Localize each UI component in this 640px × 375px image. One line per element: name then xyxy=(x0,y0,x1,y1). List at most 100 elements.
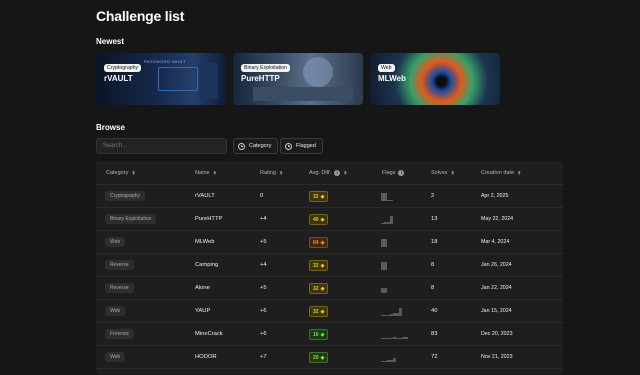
newest-cards: PASSWORD VAULT Cryptography rVAULT Binar… xyxy=(96,53,500,105)
header-flags[interactable]: Flags i xyxy=(382,170,405,176)
flags-histogram xyxy=(381,238,387,247)
header-rating[interactable]: Rating ▲ ▼ xyxy=(260,168,284,176)
diamond-icon: ◆ xyxy=(320,331,325,338)
diamond-icon: ◆ xyxy=(320,239,325,246)
category-badge: Web xyxy=(105,352,126,362)
card-category-tag: Cryptography xyxy=(104,64,142,72)
header-creation-date[interactable]: Creation date ▲ ▼ xyxy=(481,168,522,176)
table-row[interactable]: Reverse Alone +5 32 ◆ 8 Jan 22, 2024 xyxy=(96,277,563,300)
table-header: Category ▲ ▼ Name ▲ ▼ Rating ▲ ▼ Avg. Diff. i ▲ ▼… xyxy=(96,161,563,185)
diamond-icon: ◆ xyxy=(320,216,325,223)
challenge-card-mlweb[interactable]: Web MLWeb xyxy=(370,53,500,105)
table-row[interactable]: Web MLWeb +5 64 ◆ 18 Mar 4, 2024 xyxy=(96,231,563,254)
flag-bar xyxy=(399,308,402,316)
difficulty-value: 32 xyxy=(313,262,319,269)
challenge-rating: +5 xyxy=(260,285,267,291)
challenge-name[interactable]: MineCrack xyxy=(195,331,223,337)
category-badge: Binary Exploitation xyxy=(105,214,157,224)
table-row[interactable]: Web HODOR +7 20 ◆ 72 Nov 21, 2023 xyxy=(96,346,563,369)
info-icon[interactable]: i xyxy=(334,170,341,176)
card-category-tag: Binary Exploitation xyxy=(241,64,290,72)
flags-histogram xyxy=(381,192,393,201)
challenge-rating: +5 xyxy=(260,239,267,245)
flags-histogram xyxy=(381,215,393,224)
header-label: Creation date xyxy=(481,170,515,176)
solves-count: 13 xyxy=(431,216,438,222)
diamond-icon: ◆ xyxy=(320,354,325,361)
difficulty-value: 32 xyxy=(313,285,319,292)
header-avg-diff[interactable]: Avg. Diff. i ▲ ▼ xyxy=(309,168,348,176)
creation-date: May 22, 2024 xyxy=(481,216,514,222)
flagged-filter-button[interactable]: Flagged xyxy=(280,138,323,154)
difficulty-badge: 64 ◆ xyxy=(309,237,329,248)
table-row[interactable]: Web YAUP +6 32 ◆ 40 Jan 15, 2024 xyxy=(96,300,563,323)
sort-arrows-icon: ▲ ▼ xyxy=(343,168,348,176)
creation-date: Jan 15, 2024 xyxy=(481,308,512,314)
creation-date: Jan 22, 2024 xyxy=(481,285,512,291)
difficulty-value: 32 xyxy=(313,193,319,200)
difficulty-value: 40 xyxy=(313,216,319,223)
challenge-rating: +7 xyxy=(260,354,267,360)
challenge-name[interactable]: rVAULT xyxy=(195,193,215,199)
solves-count: 18 xyxy=(431,239,438,245)
header-label: Name xyxy=(195,170,210,176)
flag-bar xyxy=(381,239,387,247)
flag-bar xyxy=(381,262,387,270)
header-solves[interactable]: Solves ▲ ▼ xyxy=(431,169,455,176)
difficulty-value: 20 xyxy=(313,354,319,361)
challenge-name[interactable]: MLWeb xyxy=(195,239,214,245)
challenge-card-purehttp[interactable]: Binary Exploitation PureHTTP xyxy=(233,53,363,105)
solves-count: 72 xyxy=(431,354,438,360)
plus-circle-icon xyxy=(238,142,245,150)
category-filter-label: Category xyxy=(249,143,272,149)
vault-lock-graphic xyxy=(200,63,218,99)
header-label: Solves xyxy=(431,170,448,176)
challenge-card-rvault[interactable]: PASSWORD VAULT Cryptography rVAULT xyxy=(96,53,226,105)
challenge-rating: 0 xyxy=(260,193,264,199)
creation-date: Mar 4, 2024 xyxy=(481,239,510,245)
info-icon[interactable]: i xyxy=(398,170,405,176)
plus-circle-icon xyxy=(285,142,292,150)
search-input[interactable]: Search... xyxy=(96,138,227,154)
server-graphic xyxy=(303,57,333,87)
difficulty-value: 64 xyxy=(313,239,319,246)
card-title: rVAULT xyxy=(104,74,133,83)
category-badge: Reverse xyxy=(105,283,134,293)
flag-bar xyxy=(390,216,393,224)
category-filter-button[interactable]: Category xyxy=(233,138,279,154)
card-title: MLWeb xyxy=(378,74,406,83)
challenge-name[interactable]: YAUP xyxy=(195,308,210,314)
challenges-table: Category ▲ ▼ Name ▲ ▼ Rating ▲ ▼ Avg. Diff. i ▲ ▼… xyxy=(96,161,563,375)
table-row[interactable]: Reverse Camping +4 32 ◆ 8 Jan 26, 2024 xyxy=(96,254,563,277)
difficulty-value: 32 xyxy=(313,308,319,315)
flag-bar xyxy=(387,200,393,201)
category-badge: Forensic xyxy=(105,329,135,339)
solves-count: 8 xyxy=(431,285,435,291)
sort-arrows-icon: ▲ ▼ xyxy=(278,168,284,176)
card-title: PureHTTP xyxy=(241,74,280,83)
challenge-name[interactable]: HODOR xyxy=(195,354,217,360)
table-row[interactable]: Forensic MineCrack +6 10 ◆ 83 Dec 20, 2023 xyxy=(96,323,563,346)
header-name[interactable]: Name ▲ ▼ xyxy=(195,169,217,176)
flags-histogram xyxy=(381,261,387,270)
diamond-icon: ◆ xyxy=(320,308,325,315)
diamond-icon: ◆ xyxy=(320,262,325,269)
header-label: Flags xyxy=(382,170,396,176)
difficulty-badge: 32 ◆ xyxy=(309,260,329,271)
header-category[interactable]: Category ▲ ▼ xyxy=(106,168,136,176)
sort-arrows-icon: ▲ ▼ xyxy=(517,168,522,176)
sort-arrows-icon: ▲ ▼ xyxy=(131,168,136,176)
difficulty-badge: 32 ◆ xyxy=(309,283,329,294)
solves-count: 83 xyxy=(431,331,438,337)
card-art-text: PASSWORD VAULT xyxy=(144,59,187,64)
challenge-rating: +6 xyxy=(260,331,267,337)
table-row[interactable]: Cryptography rVAULT 0 32 ◆ 2 Apr 2, 2025 xyxy=(96,185,563,208)
challenge-rating: +6 xyxy=(260,308,267,314)
challenge-rating: +4 xyxy=(260,216,267,222)
table-row[interactable]: Binary Exploitation PureHTTP +4 40 ◆ 13 May 22… xyxy=(96,208,563,231)
challenge-name[interactable]: Alone xyxy=(195,285,210,291)
challenge-name[interactable]: Camping xyxy=(195,262,218,268)
difficulty-badge: 40 ◆ xyxy=(309,214,329,225)
header-label: Avg. Diff. xyxy=(309,170,332,176)
challenge-name[interactable]: PureHTTP xyxy=(195,216,222,222)
